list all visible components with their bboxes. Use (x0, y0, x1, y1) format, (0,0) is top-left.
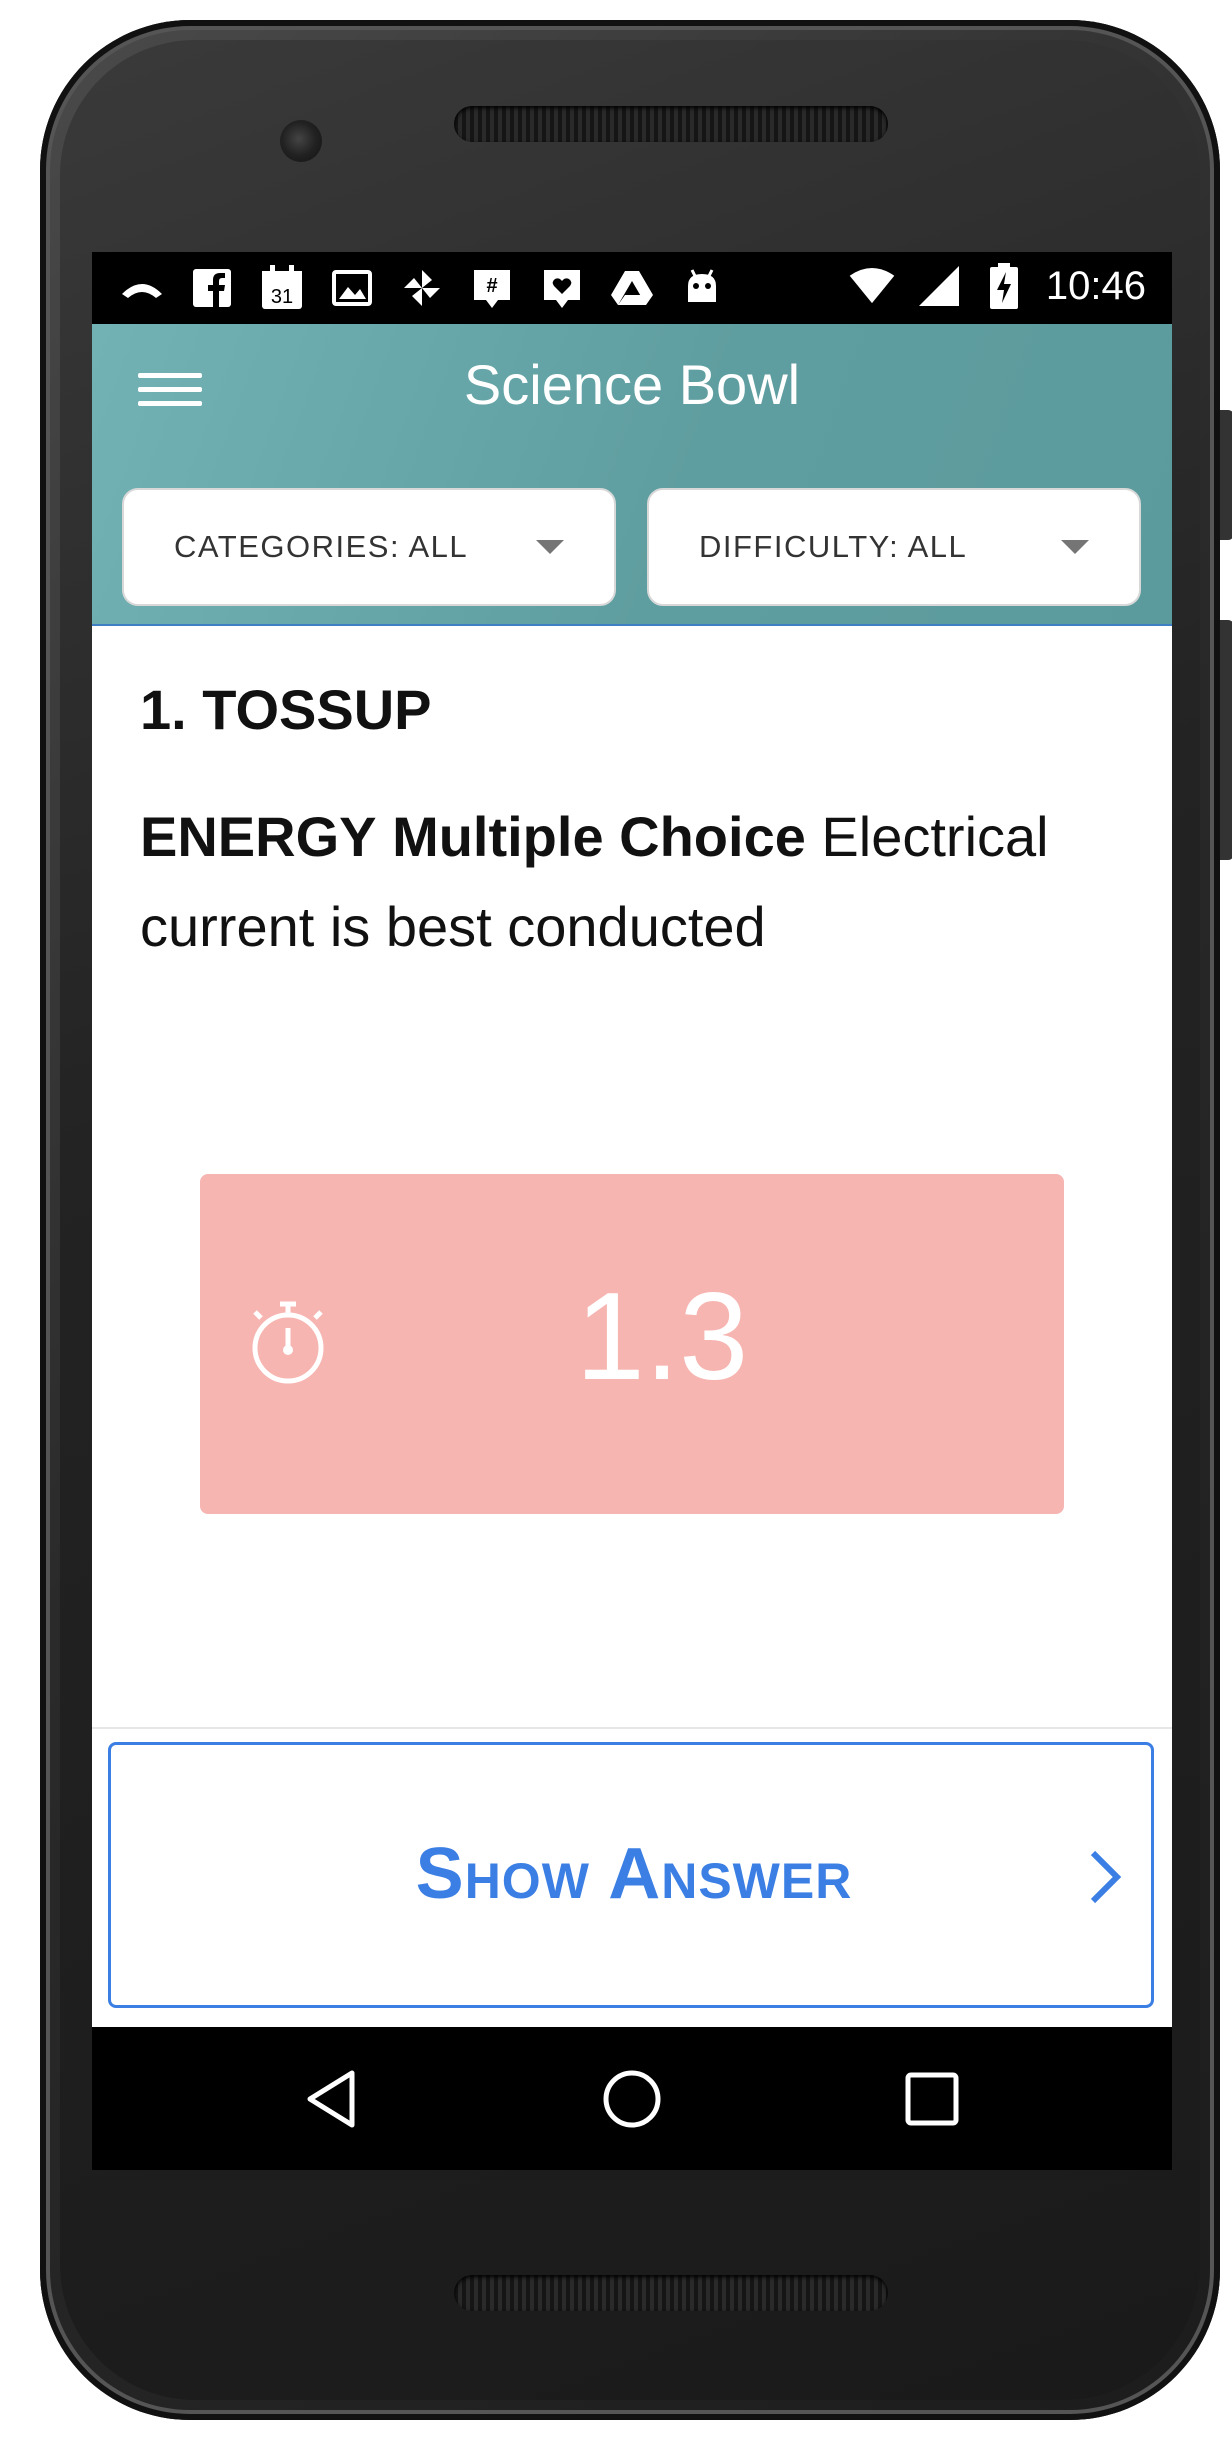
divider (92, 1727, 1172, 1729)
recents-icon[interactable] (900, 2067, 964, 2131)
drive-icon (608, 264, 656, 312)
difficulty-dropdown-label: DIFFICULTY: ALL (699, 529, 968, 564)
timer-value: 1.3 (575, 1268, 749, 1406)
chevron-down-icon (536, 540, 564, 554)
power-button (1220, 620, 1232, 860)
question-text: ENERGY Multiple Choice Electrical curren… (140, 792, 1130, 972)
svg-text:31: 31 (271, 286, 293, 308)
gallery-icon (328, 264, 376, 312)
volume-button (1220, 410, 1232, 540)
svg-text:#: # (486, 275, 497, 297)
missed-call-icon (118, 264, 166, 312)
chevron-down-icon (1061, 540, 1089, 554)
question-header: 1. TOSSUP (140, 678, 432, 741)
back-icon[interactable] (300, 2067, 364, 2131)
pinwheel-icon (398, 264, 446, 312)
status-clock: 10:46 (1045, 263, 1146, 308)
android-icon (678, 264, 726, 312)
chevron-right-icon (1090, 1850, 1122, 1904)
show-answer-button[interactable]: Show Answer (108, 1742, 1154, 2008)
navigation-bar (92, 2027, 1172, 2170)
categories-dropdown-label: CATEGORIES: ALL (174, 529, 469, 564)
show-answer-label: Show Answer (415, 1834, 853, 1914)
question-category: ENERGY (140, 805, 377, 868)
groupme-icon: # (468, 264, 516, 312)
app-title: Science Bowl (463, 353, 801, 416)
facebook-icon (188, 264, 236, 312)
top-speaker (454, 106, 888, 142)
difficulty-dropdown[interactable]: DIFFICULTY: ALL (647, 488, 1141, 606)
wifi-icon (848, 262, 896, 310)
timer-panel[interactable]: 1.3 (200, 1174, 1064, 1514)
question-type: Multiple Choice (392, 805, 806, 868)
front-camera (280, 120, 322, 162)
status-bar: 31 # 10:46 (92, 252, 1172, 324)
calendar-icon: 31 (258, 264, 306, 312)
heart-message-icon (538, 264, 586, 312)
app-bar: Science Bowl CATEGORIES: ALL DIFFICULTY:… (92, 324, 1172, 626)
app-screen: 31 # 10:46 Science Bowl CATEGORIES: ALL … (92, 252, 1172, 2170)
home-icon[interactable] (600, 2067, 664, 2131)
categories-dropdown[interactable]: CATEGORIES: ALL (122, 488, 616, 606)
bottom-speaker (454, 2275, 888, 2311)
battery-charging-icon (980, 262, 1028, 310)
cell-signal-icon (914, 262, 962, 310)
